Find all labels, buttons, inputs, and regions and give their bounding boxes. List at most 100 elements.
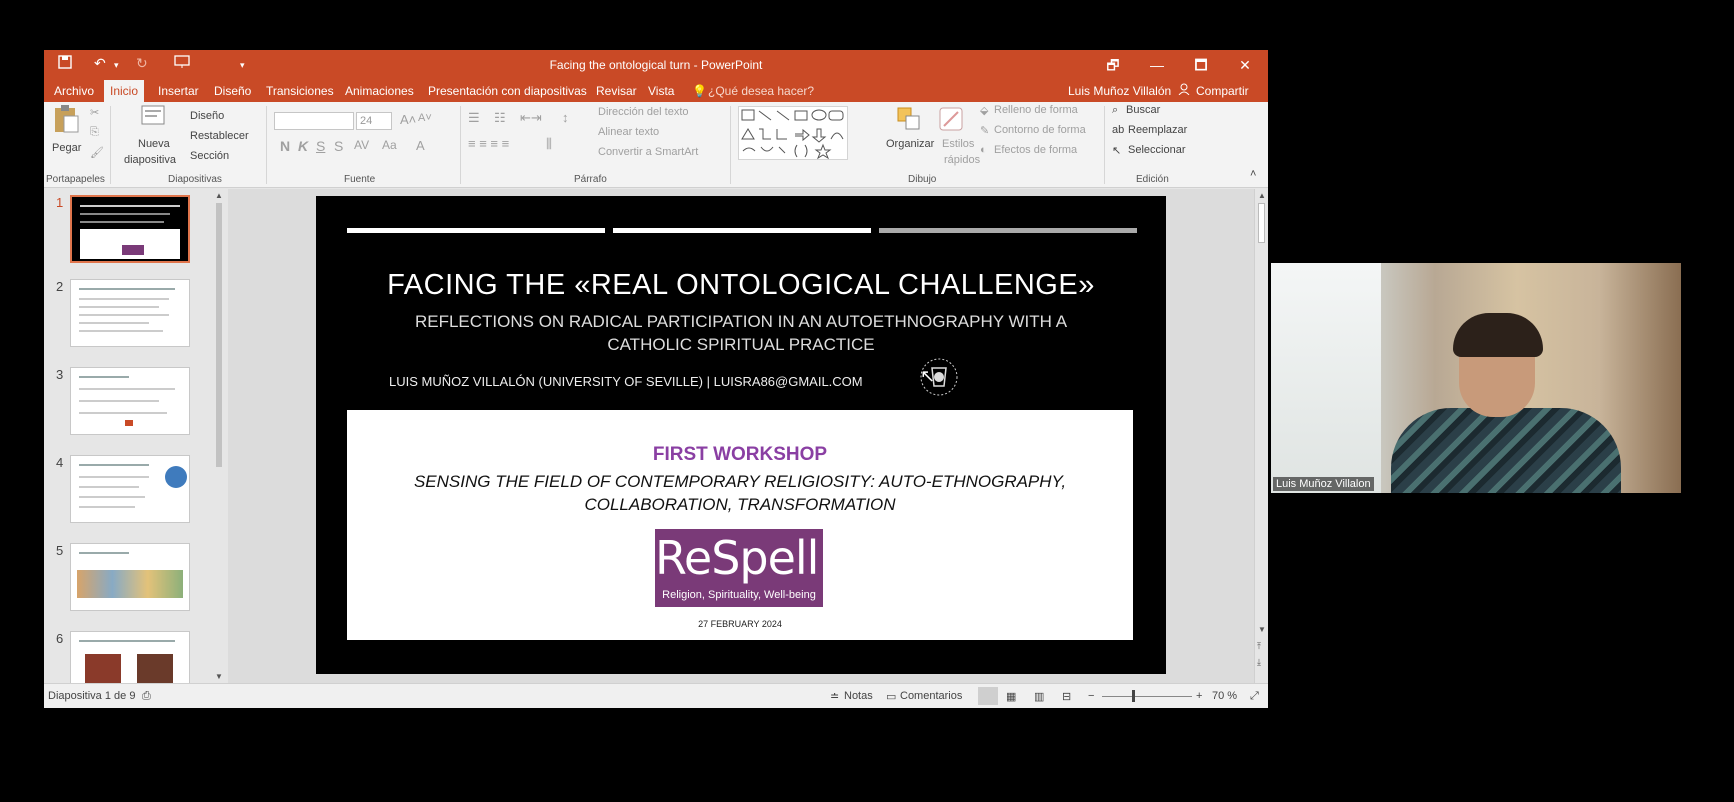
grow-font-icon[interactable]: A˄ [400, 112, 416, 127]
underline-button[interactable]: S [316, 138, 325, 154]
slide-author[interactable]: LUIS MUÑOZ VILLALÓN (UNIVERSITY OF SEVIL… [389, 374, 863, 389]
shape-outline-button[interactable]: Contorno de forma [994, 124, 1086, 136]
arrange-button[interactable]: Organizar [886, 138, 934, 150]
thumbnails-scrollbar[interactable]: ▲ ▼ [212, 189, 226, 683]
decor-bar [347, 228, 605, 233]
slide-thumbnail-2[interactable] [70, 279, 190, 347]
tab-revisar[interactable]: Revisar [590, 80, 643, 102]
tab-inicio[interactable]: Inicio [104, 80, 145, 102]
close-button[interactable]: ✕ [1230, 54, 1260, 76]
tab-presentacion[interactable]: Presentación con diapositivas [422, 80, 593, 102]
slide-subtitle[interactable]: REFLECTIONS ON RADICAL PARTICIPATION IN … [376, 310, 1106, 356]
ribbon-display-options-icon[interactable]: 🗗 [1098, 54, 1128, 76]
minimize-button[interactable]: — [1142, 54, 1172, 76]
shape-effects-icon[interactable]: ◐ [980, 144, 987, 156]
text-direction-button[interactable]: Dirección del texto [598, 106, 689, 118]
shrink-font-icon[interactable]: A˅ [418, 112, 432, 124]
slide-date[interactable]: 27 FEBRUARY 2024 [347, 619, 1133, 629]
font-name-field[interactable] [274, 112, 354, 130]
tab-transiciones[interactable]: Transiciones [260, 80, 340, 102]
select-button[interactable]: Seleccionar [1128, 144, 1185, 156]
new-slide-label[interactable]: diapositiva [124, 154, 176, 166]
comments-button[interactable]: Comentarios [900, 690, 962, 702]
format-painter-icon[interactable]: 🖌 [90, 146, 104, 159]
notes-button[interactable]: Notas [844, 690, 873, 702]
change-case-icon[interactable]: Aa [382, 138, 397, 152]
normal-view-icon[interactable] [978, 687, 998, 705]
background-window [1271, 263, 1381, 493]
shape-fill-button[interactable]: Relleno de forma [994, 104, 1078, 116]
slide-thumbnail-1[interactable] [70, 195, 190, 263]
slide-thumbnail-6[interactable] [70, 631, 190, 683]
fit-to-window-icon[interactable]: ⤢ [1250, 690, 1259, 703]
tell-me-box[interactable]: ¿Qué desea hacer? [708, 80, 814, 102]
bold-button[interactable]: N [280, 138, 290, 154]
paste-icon[interactable] [52, 104, 80, 137]
quick-styles-icon[interactable] [938, 106, 964, 135]
indent-icon[interactable]: ⇤⇥ [520, 110, 542, 126]
cut-icon[interactable]: ✂ [90, 106, 99, 119]
shape-effects-button[interactable]: Efectos de forma [994, 144, 1077, 156]
new-slide-icon[interactable] [140, 104, 166, 133]
tab-archivo[interactable]: Archivo [48, 80, 100, 102]
italic-button[interactable]: K [298, 138, 308, 154]
replace-button[interactable]: Reemplazar [1128, 124, 1187, 136]
slide-sorter-icon[interactable]: ▦ [1006, 690, 1016, 703]
participant-hair [1453, 313, 1543, 357]
current-slide[interactable]: FACING THE «REAL ONTOLOGICAL CHALLENGE» … [316, 196, 1166, 674]
zoom-slider-thumb[interactable] [1132, 690, 1135, 702]
slide-thumbnail-4[interactable] [70, 455, 190, 523]
columns-icon[interactable]: ⫼ [546, 136, 552, 152]
slide-thumbnail-5[interactable] [70, 543, 190, 611]
numbering-icon[interactable]: ☷ [494, 110, 506, 126]
font-color-icon[interactable]: A [416, 138, 425, 153]
slide-count[interactable]: Diapositiva 1 de 9 [48, 690, 135, 702]
find-button[interactable]: Buscar [1126, 104, 1160, 116]
quick-styles-label[interactable]: rápidos [944, 154, 980, 166]
zoom-slider[interactable] [1102, 696, 1192, 697]
shape-fill-icon[interactable]: ⬙ [980, 104, 988, 117]
align-icons[interactable]: ≡ ≡ ≡ ≡ [468, 136, 509, 151]
slide-thumbnail-3[interactable] [70, 367, 190, 435]
quick-styles-button[interactable]: Estilos [942, 138, 974, 150]
bullets-icon[interactable]: ☰ [468, 110, 480, 126]
zoom-out-button[interactable]: − [1088, 690, 1094, 702]
reset-button[interactable]: Restablecer [190, 130, 249, 142]
workshop-subtitle[interactable]: SENSING THE FIELD OF CONTEMPORARY RELIGI… [357, 470, 1123, 516]
slideshow-view-icon[interactable]: ⊟ [1062, 690, 1071, 703]
zoom-in-button[interactable]: + [1196, 690, 1202, 702]
section-button[interactable]: Sección [190, 150, 229, 162]
new-slide-button[interactable]: Nueva [138, 138, 170, 150]
smartart-button[interactable]: Convertir a SmartArt [598, 146, 698, 158]
share-button[interactable]: Compartir [1196, 80, 1249, 102]
search-icon[interactable]: ⌕ [1112, 104, 1118, 117]
reading-view-icon[interactable]: ▥ [1034, 690, 1044, 703]
collapse-ribbon-icon[interactable]: ˄ [1250, 168, 1256, 180]
replace-icon[interactable]: ab [1112, 124, 1124, 136]
tab-insertar[interactable]: Insertar [152, 80, 205, 102]
zoom-level[interactable]: 70 % [1212, 690, 1237, 702]
layout-button[interactable]: Diseño [190, 110, 224, 122]
shapes-gallery[interactable] [738, 106, 848, 160]
paste-button[interactable]: Pegar [52, 142, 81, 154]
tab-diseno[interactable]: Diseño [208, 80, 257, 102]
tab-vista[interactable]: Vista [642, 80, 680, 102]
char-spacing-icon[interactable]: AV [354, 138, 369, 152]
spellcheck-icon[interactable]: ⎙ [142, 690, 151, 703]
thumb-number: 4 [56, 455, 64, 470]
select-icon[interactable]: ↖ [1112, 144, 1121, 157]
workshop-box[interactable]: FIRST WORKSHOP SENSING THE FIELD OF CONT… [347, 410, 1133, 640]
tab-animaciones[interactable]: Animaciones [339, 80, 420, 102]
arrange-icon[interactable] [896, 106, 922, 135]
shape-outline-icon[interactable]: ✎ [980, 124, 989, 137]
align-text-button[interactable]: Alinear texto [598, 126, 659, 138]
slide-title[interactable]: FACING THE «REAL ONTOLOGICAL CHALLENGE» [316, 269, 1166, 302]
slide-scrollbar[interactable]: ▲ ▼ ⤒ ⤓ [1254, 189, 1268, 683]
line-spacing-icon[interactable]: ↕ [562, 110, 569, 125]
maximize-button[interactable]: 🗖 [1186, 54, 1216, 76]
copy-icon[interactable]: ⎘ [90, 126, 99, 139]
font-size-field[interactable]: 24 [356, 112, 392, 130]
user-name[interactable]: Luis Muñoz Villalón [1068, 80, 1171, 102]
workshop-title[interactable]: FIRST WORKSHOP [347, 444, 1133, 466]
shadow-button[interactable]: S [334, 138, 343, 154]
